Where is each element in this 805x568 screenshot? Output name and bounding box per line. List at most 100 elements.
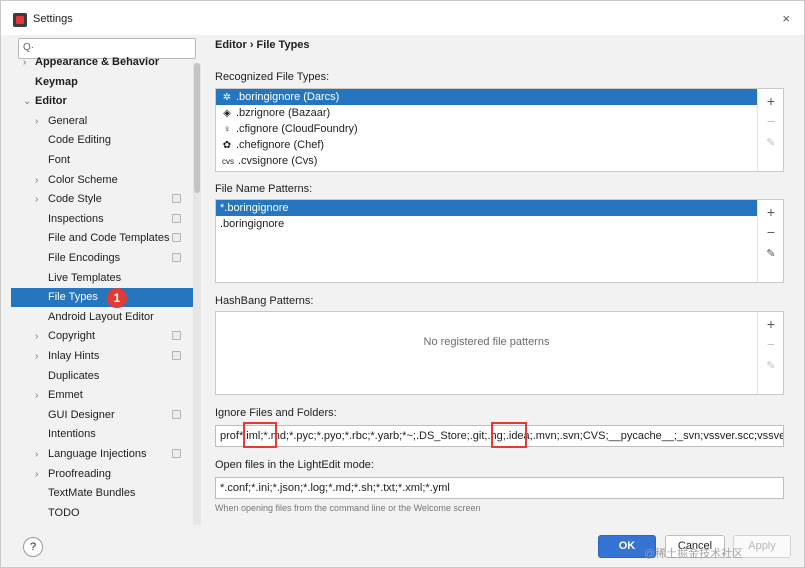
- recognized-file-types-label: Recognized File Types:: [215, 71, 330, 83]
- project-scope-icon: [172, 194, 181, 204]
- add-file-type-button[interactable]: +: [758, 91, 783, 111]
- sidebar-item-label: File and Code Templates: [48, 232, 170, 245]
- settings-sidebar: Q· › Appearance & Behavior Keymap ⌄ Editor › G…: [11, 35, 203, 527]
- hashbang-toolbar: + − ✎: [757, 312, 783, 394]
- sidebar-item-label: Inspections: [48, 212, 104, 225]
- file-type-row[interactable]: cvs .cvsignore (Cvs): [216, 153, 757, 169]
- project-scope-icon: [172, 449, 181, 458]
- sidebar-item-label: Font: [48, 154, 71, 166]
- watermark: @稀土掘金技术社区: [644, 548, 744, 560]
- sidebar-item-code-style[interactable]: › Code Style: [11, 190, 193, 209]
- file-type-label: .chefignore (Chef): [236, 139, 325, 151]
- sidebar-item-copyright[interactable]: › Copyright: [11, 327, 193, 346]
- sidebar-item-appearance-behavior[interactable]: › Appearance & Behavior: [11, 53, 193, 72]
- edit-hashbang-button[interactable]: ✎: [758, 356, 784, 376]
- iml-highlight-box: [243, 422, 277, 448]
- lightedit-patterns-field[interactable]: *.conf;*.ini;*.json;*.log;*.md;*.sh;*.tx…: [215, 477, 784, 499]
- sidebar-item-proofreading[interactable]: › Proofreading: [11, 465, 193, 484]
- sidebar-item-label: TODO: [48, 506, 80, 519]
- sidebar-item-label: TextMate Bundles: [48, 487, 136, 500]
- file-type-row[interactable]: ◈ .bzrignore (Bazaar): [216, 105, 757, 121]
- remove-pattern-button[interactable]: −: [758, 222, 784, 242]
- sidebar-item-file-and-code-templates[interactable]: File and Code Templates: [11, 229, 193, 248]
- scrollbar-thumb[interactable]: [194, 63, 200, 193]
- empty-list-text: No registered file patterns: [423, 336, 550, 348]
- recognized-toolbar: + − ✎: [757, 89, 783, 171]
- file-type-row[interactable]: ✿ .chefignore (Chef): [216, 137, 757, 153]
- chevron-right-icon[interactable]: ›: [35, 171, 38, 190]
- chevron-right-icon[interactable]: ›: [35, 112, 38, 131]
- edit-pattern-button[interactable]: ✎: [758, 244, 784, 264]
- sidebar-item-color-scheme[interactable]: › Color Scheme: [11, 171, 193, 190]
- sidebar-item-gui-designer[interactable]: GUI Designer: [11, 406, 193, 425]
- chevron-right-icon[interactable]: ›: [35, 327, 38, 346]
- sidebar-item-intentions[interactable]: Intentions: [11, 425, 193, 444]
- chevron-right-icon[interactable]: ›: [23, 53, 26, 72]
- project-scope-icon: [172, 331, 181, 341]
- file-name-patterns-label: File Name Patterns:: [215, 183, 313, 195]
- lightedit-hint: When opening files from the command line…: [215, 503, 481, 513]
- remove-file-type-button[interactable]: −: [758, 111, 783, 131]
- settings-dialog: Settings × Q· › Appearance & Behavior Keym…: [0, 0, 805, 568]
- sidebar-item-general[interactable]: › General: [11, 112, 193, 131]
- chevron-right-icon[interactable]: ›: [35, 386, 38, 405]
- sidebar-item-live-templates[interactable]: Live Templates: [11, 269, 193, 288]
- chevron-down-icon[interactable]: ⌄: [23, 92, 31, 111]
- sidebar-item-label: Emmet: [48, 389, 83, 402]
- file-name-patterns-list: *.boringignore .boringignore + − ✎: [215, 199, 784, 283]
- chevron-right-icon[interactable]: ›: [35, 445, 38, 464]
- sidebar-item-label: Code Style: [48, 193, 102, 206]
- darcs-icon: ✲: [222, 92, 232, 103]
- chevron-right-icon[interactable]: ›: [35, 190, 38, 209]
- sidebar-item-label: GUI Designer: [48, 408, 115, 421]
- ignore-files-label: Ignore Files and Folders:: [215, 407, 337, 419]
- close-icon[interactable]: ×: [782, 11, 790, 26]
- pattern-row[interactable]: .boringignore: [216, 216, 757, 232]
- sidebar-item-label: File Types: [48, 291, 98, 304]
- search-icon: Q·: [23, 42, 35, 53]
- sidebar-item-file-encodings[interactable]: File Encodings: [11, 249, 193, 268]
- sidebar-item-label: Language Injections: [48, 448, 147, 460]
- sidebar-item-inlay-hints[interactable]: › Inlay Hints: [11, 347, 193, 366]
- pattern-row[interactable]: *.boringignore: [216, 200, 757, 216]
- sidebar-item-emmet[interactable]: › Emmet: [11, 386, 193, 405]
- file-type-row[interactable]: ♀ .cfignore (CloudFoundry): [216, 121, 757, 137]
- file-type-row[interactable]: ✲ .boringignore (Darcs): [216, 89, 757, 105]
- project-scope-icon: [172, 351, 181, 360]
- add-pattern-button[interactable]: +: [758, 202, 784, 222]
- sidebar-item-label: Inlay Hints: [48, 350, 100, 362]
- project-scope-icon: [172, 409, 181, 419]
- sidebar-item-file-types[interactable]: File Types 1: [11, 288, 193, 309]
- add-hashbang-button[interactable]: +: [758, 314, 784, 334]
- file-type-label: .cvsignore (Cvs): [238, 155, 318, 167]
- sidebar-item-language-injections[interactable]: › Language Injections: [11, 445, 193, 464]
- sidebar-item-todo[interactable]: TODO: [11, 504, 193, 523]
- sidebar-item-inspections[interactable]: Inspections: [11, 210, 193, 229]
- project-scope-icon: [172, 213, 181, 223]
- sidebar-item-label: Copyright: [48, 330, 96, 343]
- help-button[interactable]: ?: [23, 537, 43, 557]
- file-type-label: .boringignore (Darcs): [236, 91, 340, 103]
- lightedit-label: Open files in the LightEdit mode:: [215, 459, 374, 471]
- sidebar-item-label: Editor: [35, 95, 67, 108]
- cvs-icon: cvs: [222, 157, 234, 166]
- sidebar-item-textmate-bundles[interactable]: TextMate Bundles: [11, 484, 193, 503]
- sidebar-item-font[interactable]: Font: [11, 151, 193, 170]
- sidebar-item-label: Proofreading: [48, 467, 111, 480]
- sidebar-item-label: Intentions: [48, 428, 96, 441]
- project-scope-icon: [172, 233, 181, 243]
- window-title: Settings: [33, 13, 73, 25]
- remove-hashbang-button[interactable]: −: [758, 334, 784, 354]
- sidebar-item-label: Code Editing: [48, 134, 111, 147]
- chevron-right-icon[interactable]: ›: [35, 347, 38, 366]
- chevron-right-icon[interactable]: ›: [35, 465, 38, 484]
- sidebar-scrollbar[interactable]: [193, 63, 201, 525]
- edit-file-type-button[interactable]: ✎: [758, 133, 783, 153]
- sidebar-item-keymap[interactable]: Keymap: [11, 73, 193, 92]
- sidebar-item-editor[interactable]: ⌄ Editor: [11, 92, 193, 111]
- sidebar-item-duplicates[interactable]: Duplicates: [11, 367, 193, 386]
- sidebar-item-label: Appearance & Behavior: [35, 56, 160, 68]
- sidebar-item-android-layout-editor[interactable]: Android Layout Editor: [11, 308, 193, 327]
- sidebar-item-code-editing[interactable]: Code Editing: [11, 131, 193, 150]
- sidebar-item-label: File Encodings: [48, 252, 121, 264]
